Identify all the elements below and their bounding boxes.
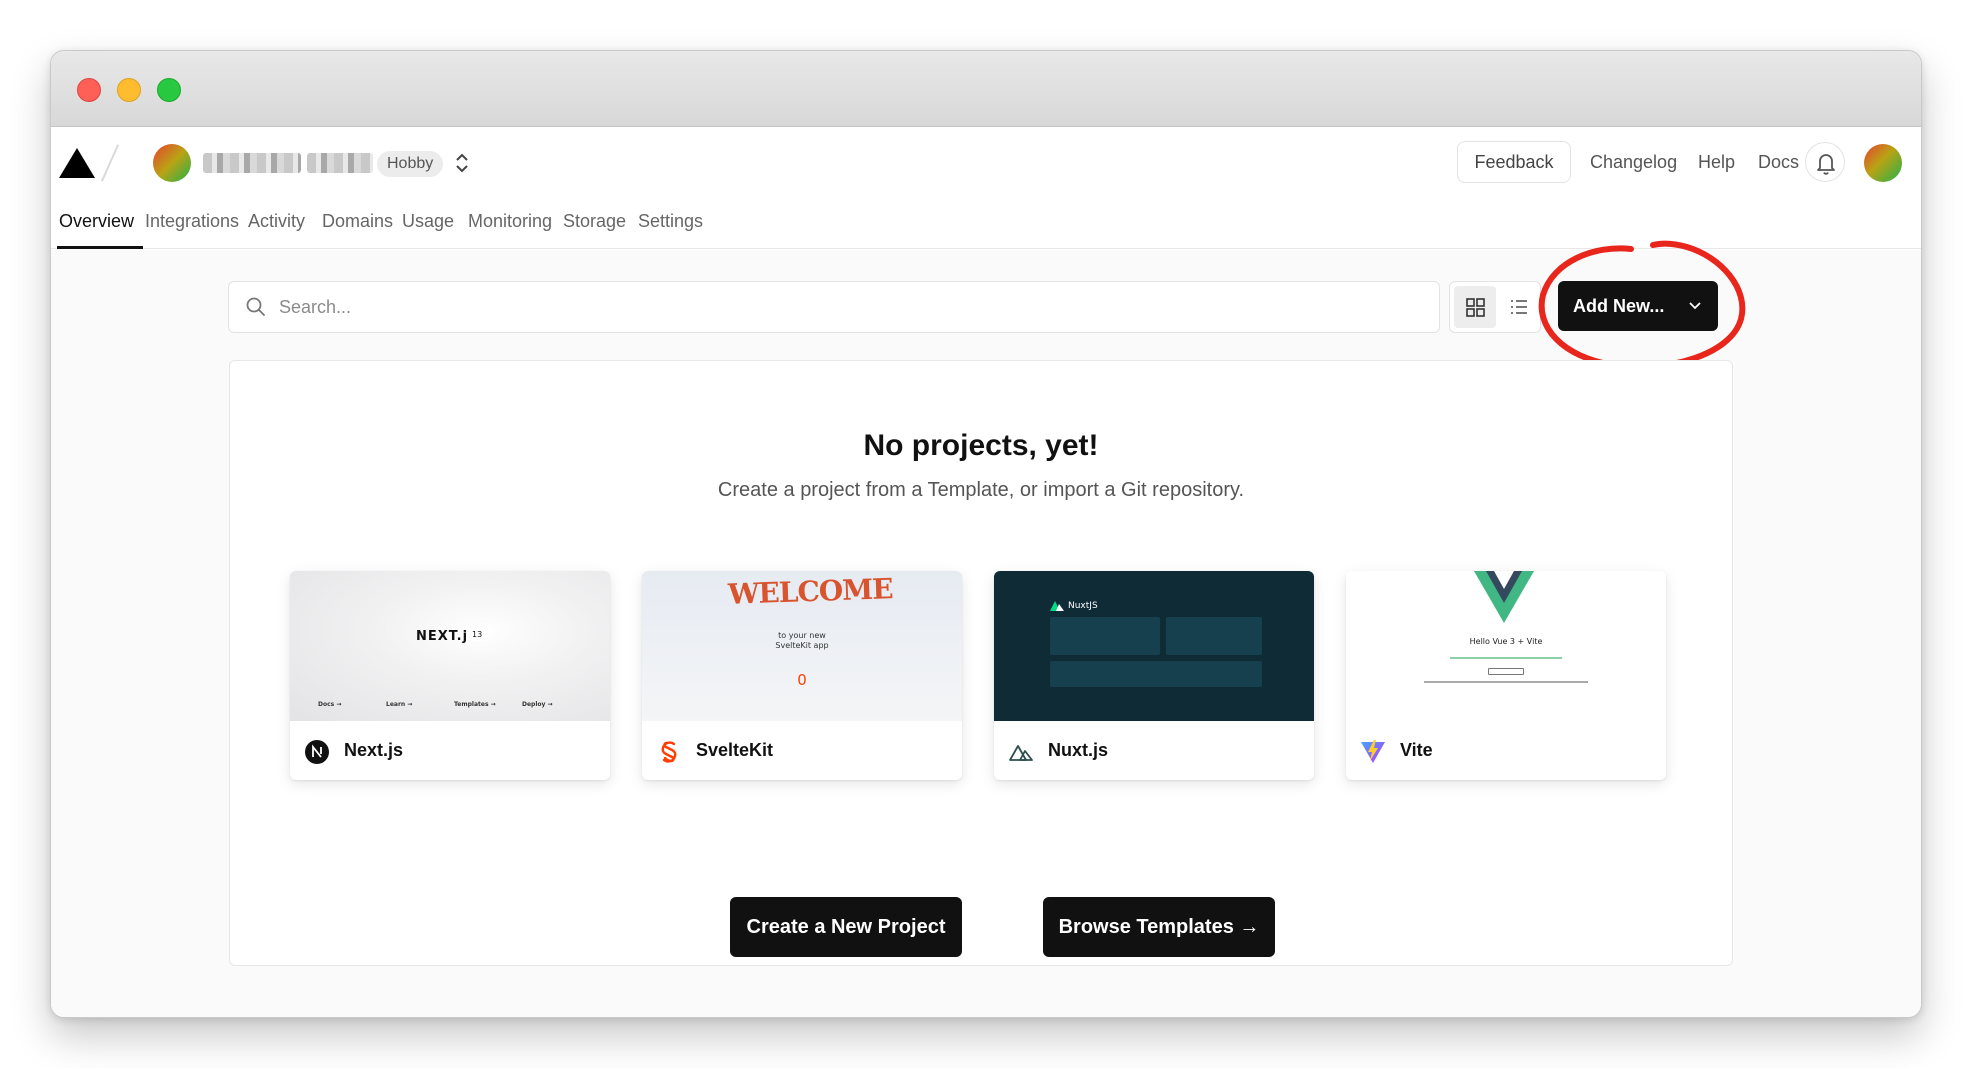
tab-settings[interactable]: Settings bbox=[638, 211, 703, 232]
template-card-vite[interactable]: Hello Vue 3 + Vite Vite bbox=[1346, 571, 1666, 780]
empty-state-title: No projects, yet! bbox=[863, 429, 1099, 462]
chevron-down-icon bbox=[1689, 302, 1701, 310]
preview-panel bbox=[1050, 661, 1262, 687]
preview-text: WELCOME bbox=[727, 572, 894, 611]
notifications-button[interactable] bbox=[1805, 142, 1845, 182]
project-tabs: Overview Integrations Activity Domains U… bbox=[51, 199, 1921, 249]
browse-templates-button[interactable]: Browse Templates → bbox=[1043, 897, 1275, 957]
preview-text: to your new bbox=[778, 631, 826, 640]
minimize-window-button[interactable] bbox=[117, 78, 141, 102]
nuxt-icon bbox=[1009, 745, 1033, 761]
template-card-nextjs[interactable]: NEXT.js 13 Docs → Learn → Templates → De… bbox=[290, 571, 610, 780]
tab-storage[interactable]: Storage bbox=[563, 211, 626, 232]
template-card-nuxtjs[interactable]: NuxtJS Nuxt.js bbox=[994, 571, 1314, 780]
template-preview: Hello Vue 3 + Vite bbox=[1346, 571, 1666, 721]
list-view-button[interactable] bbox=[1498, 286, 1540, 328]
team-name-redacted bbox=[307, 153, 373, 173]
template-preview: NEXT.js 13 Docs → Learn → Templates → De… bbox=[290, 571, 610, 721]
preview-text: SvelteKit app bbox=[775, 641, 829, 650]
search-icon bbox=[246, 297, 265, 316]
preview-text: Hello Vue 3 + Vite bbox=[1469, 637, 1543, 646]
zoom-window-button[interactable] bbox=[157, 78, 181, 102]
top-navbar: Hobby Feedback Changelog Help Docs bbox=[51, 127, 1921, 199]
vercel-triangle-icon[interactable] bbox=[57, 146, 97, 180]
preview-text: Templates → bbox=[454, 701, 496, 708]
preview-line bbox=[1450, 657, 1562, 659]
preview-text: NuxtJS bbox=[1068, 601, 1098, 611]
preview-line bbox=[1424, 681, 1588, 683]
team-avatar[interactable] bbox=[153, 144, 191, 182]
preview-text: Learn → bbox=[386, 701, 413, 708]
tab-monitoring[interactable]: Monitoring bbox=[468, 211, 552, 232]
template-name: SvelteKit bbox=[696, 740, 774, 760]
preview-text: Docs → bbox=[318, 701, 342, 708]
preview-button bbox=[1488, 668, 1524, 675]
nuxt-mini-logo bbox=[1050, 601, 1064, 611]
template-name: Vite bbox=[1400, 740, 1433, 760]
template-footer: SvelteKit bbox=[642, 721, 962, 780]
nextjs-icon bbox=[305, 740, 329, 764]
empty-state-card: No projects, yet! Create a project from … bbox=[229, 360, 1733, 966]
breadcrumb-separator bbox=[100, 144, 120, 182]
add-new-label: Add New... bbox=[1573, 296, 1665, 316]
tab-activity[interactable]: Activity bbox=[248, 211, 305, 232]
template-card-sveltekit[interactable]: WELCOME to your new SvelteKit app 0 Svel… bbox=[642, 571, 962, 780]
template-name: Nuxt.js bbox=[1048, 740, 1109, 760]
add-new-button[interactable]: Add New... bbox=[1558, 281, 1718, 331]
tab-integrations[interactable]: Integrations bbox=[145, 211, 239, 232]
window-titlebar bbox=[51, 51, 1921, 127]
bell-icon bbox=[1817, 154, 1835, 175]
help-link[interactable]: Help bbox=[1698, 152, 1735, 173]
plan-badge: Hobby bbox=[377, 151, 444, 177]
template-preview: WELCOME to your new SvelteKit app 0 bbox=[642, 571, 962, 721]
close-window-button[interactable] bbox=[77, 78, 101, 102]
team-name-redacted bbox=[203, 153, 301, 173]
preview-text: Deploy → bbox=[522, 701, 553, 708]
svelte-icon bbox=[661, 741, 677, 763]
chevron-up-down-icon[interactable] bbox=[454, 149, 470, 177]
tab-usage[interactable]: Usage bbox=[402, 211, 454, 232]
search-bar[interactable] bbox=[228, 281, 1440, 333]
create-new-project-button[interactable]: Create a New Project bbox=[730, 897, 962, 957]
tab-overview[interactable]: Overview bbox=[59, 211, 134, 232]
preview-panel bbox=[1166, 617, 1262, 655]
preview-text: 0 bbox=[797, 671, 807, 689]
template-name: Next.js bbox=[344, 740, 404, 760]
list-icon bbox=[1511, 300, 1527, 314]
grid-icon bbox=[1466, 298, 1485, 317]
view-toggle bbox=[1449, 281, 1541, 333]
docs-link[interactable]: Docs bbox=[1758, 152, 1799, 173]
template-footer: Next.js bbox=[290, 721, 610, 780]
vue-logo-icon bbox=[1474, 571, 1534, 623]
feedback-button[interactable]: Feedback bbox=[1457, 141, 1571, 183]
browser-window: Hobby Feedback Changelog Help Docs Overv… bbox=[50, 50, 1922, 1018]
grid-view-button[interactable] bbox=[1454, 286, 1496, 328]
tab-domains[interactable]: Domains bbox=[322, 211, 393, 232]
template-preview: NuxtJS bbox=[994, 571, 1314, 721]
preview-text: 13 bbox=[468, 628, 487, 641]
user-avatar[interactable] bbox=[1864, 144, 1902, 182]
preview-panel bbox=[1050, 617, 1160, 655]
empty-state-subtitle: Create a project from a Template, or imp… bbox=[717, 479, 1245, 501]
template-footer: Nuxt.js bbox=[994, 721, 1314, 780]
template-footer: Vite bbox=[1346, 721, 1666, 780]
search-input[interactable] bbox=[279, 294, 1379, 320]
vite-icon bbox=[1361, 740, 1385, 763]
active-tab-indicator bbox=[57, 246, 143, 249]
changelog-link[interactable]: Changelog bbox=[1590, 152, 1677, 173]
